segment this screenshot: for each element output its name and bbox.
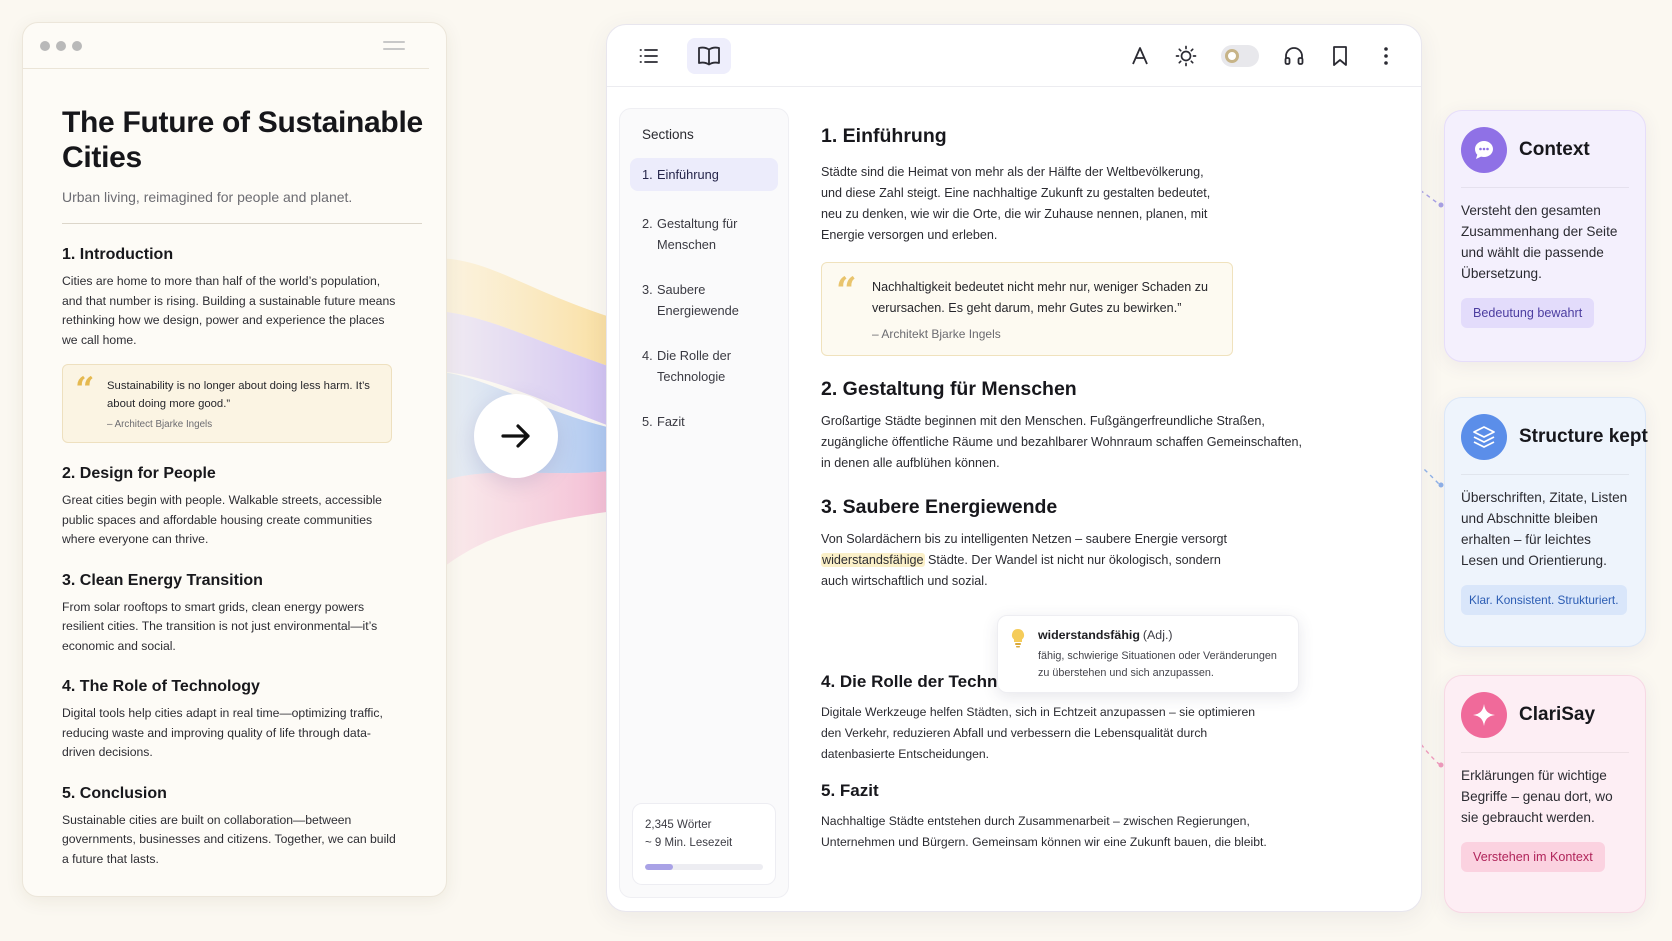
source-paragraph: Digital tools help cities adapt in real …	[62, 706, 383, 759]
list-icon[interactable]	[627, 38, 671, 74]
content-paragraph: Von Solardächern bis zu intelligenten Ne…	[821, 529, 1231, 592]
tooltip-term: widerstandsfähig	[1038, 628, 1140, 642]
content-heading: 5. Fazit	[821, 781, 879, 800]
tooltip-part-of-speech: (Adj.)	[1142, 628, 1173, 642]
source-heading: 1. Introduction	[62, 246, 174, 263]
section-link-energiewende[interactable]: 3. Saubere Energiewende	[630, 273, 778, 327]
word-count: 2,345 Wörter	[645, 819, 712, 831]
quote-text: Nachhaltigkeit bedeutet nicht mehr nur, …	[872, 280, 1209, 315]
section-link-einfuehrung[interactable]: 1. Einführung	[630, 158, 778, 191]
card-text: Erklärungen für wichtige Begriffe – gena…	[1461, 768, 1613, 825]
source-heading: 5. Conclusion	[62, 784, 167, 802]
quote-mark-icon: “	[75, 370, 95, 410]
toggle-knob	[1225, 49, 1239, 63]
sections-title: Sections	[642, 127, 694, 142]
tooltip-definition: fähig, schwierige Situationen oder Verän…	[1038, 650, 1277, 679]
arrow-right-icon	[501, 424, 530, 448]
layers-icon	[1461, 414, 1507, 460]
content-paragraph: Nachhaltige Städte entstehen durch Zusam…	[821, 814, 1267, 849]
window-dot	[72, 40, 82, 51]
content-heading: 3. Saubere Energiewende	[821, 496, 1058, 518]
card-chip: Verstehen im Kontext	[1461, 842, 1605, 872]
source-heading: 3. Clean Energy Transition	[62, 571, 263, 589]
reader-toolbar	[607, 25, 1421, 87]
reading-stats: 2,345 Wörter ~ 9 Min. Lesezeit	[632, 803, 776, 885]
menu-icon[interactable]	[383, 41, 405, 50]
translate-arrow-button[interactable]	[474, 394, 558, 478]
section-label: Gestaltung für Menschen	[657, 216, 738, 252]
content-quote: “ Nachhaltigkeit bedeutet nicht mehr nur…	[821, 262, 1233, 356]
quote-mark-icon: “	[836, 270, 857, 312]
section-label: Die Rolle der Technologie	[657, 348, 731, 384]
section-link-technologie[interactable]: 4. Die Rolle der Technologie	[630, 339, 778, 393]
source-heading: 2. Design for People	[62, 465, 216, 482]
chat-bubble-icon	[1461, 127, 1507, 173]
structure-card: Structure kept Überschriften, Zitate, Li…	[1444, 397, 1648, 647]
content-paragraph: Großartige Städte beginnen mit den Mensc…	[821, 414, 1302, 470]
card-title: Context	[1519, 139, 1590, 160]
reading-progress-fill	[645, 864, 674, 870]
card-chip: Klar. Konsistent. Strukturiert.	[1461, 585, 1627, 615]
quote-author: – Architekt Bjarke Ingels	[872, 327, 1001, 341]
source-quote: “ Sustainability is no longer about doin…	[62, 364, 392, 443]
section-link-gestaltung[interactable]: 2. Gestaltung für Menschen	[630, 207, 778, 261]
quote-author: – Architect Bjarke Ingels	[107, 419, 213, 430]
section-number: 4.	[642, 348, 653, 363]
source-window-bar	[23, 23, 429, 69]
source-paragraph: Cities are home to more than half of the…	[62, 274, 396, 347]
window-dot	[56, 40, 66, 51]
content-heading: 2. Gestaltung für Menschen	[821, 378, 1077, 400]
paragraph-text: Von Solardächern bis zu intelligenten Ne…	[821, 532, 1228, 546]
book-icon[interactable]	[687, 37, 731, 74]
clarisay-card: ClariSay Erklärungen für wichtige Begrif…	[1444, 675, 1646, 913]
quote-text: Sustainability is no longer about doing …	[107, 380, 370, 410]
section-label: Fazit	[657, 414, 685, 429]
window-dot	[40, 40, 50, 51]
highlighted-term[interactable]: widerstandsfähige	[821, 553, 925, 567]
source-page: The Future of Sustainable Cities Urban l…	[22, 22, 447, 897]
card-chip: Bedeutung bewahrt	[1461, 298, 1595, 328]
headphones-icon[interactable]	[1275, 38, 1313, 74]
reading-time: ~ 9 Min. Lesezeit	[645, 837, 733, 849]
theme-toggle[interactable]	[1221, 45, 1259, 67]
section-number: 1.	[642, 167, 653, 182]
window-dots	[40, 40, 82, 51]
source-paragraph: From solar rooftops to smart grids, clea…	[62, 599, 378, 653]
source-heading: 4. The Role of Technology	[62, 678, 260, 695]
card-title: Structure kept	[1519, 426, 1648, 447]
content-paragraph: Städte sind die Heimat von mehr als der …	[821, 165, 1211, 242]
brightness-icon[interactable]	[1167, 38, 1205, 74]
section-label: Saubere Energiewende	[657, 282, 739, 318]
bookmark-icon[interactable]	[1321, 38, 1359, 74]
source-paragraph: Great cities begin with people. Walkable…	[62, 493, 382, 546]
source-subtitle: Urban living, reimagined for people and …	[62, 189, 422, 224]
sections-sidebar: Sections 1. Einführung 2. Gestaltung für…	[619, 108, 789, 898]
lightbulb-icon	[1011, 628, 1025, 648]
content-heading: 1. Einführung	[821, 125, 947, 147]
font-size-icon[interactable]	[1121, 38, 1159, 74]
section-number: 2.	[642, 216, 653, 231]
section-label: Einführung	[657, 167, 719, 182]
card-text: Versteht den gesamten Zusammenhang der S…	[1461, 203, 1618, 281]
section-number: 5.	[642, 414, 653, 429]
card-title: ClariSay	[1519, 704, 1596, 725]
reader-window: Sections 1. Einführung 2. Gestaltung für…	[606, 24, 1422, 912]
content-paragraph: Digitale Werkzeuge helfen Städten, sich …	[821, 705, 1256, 761]
source-paragraph: Sustainable cities are built on collabor…	[62, 812, 396, 866]
card-text: Überschriften, Zitate, Listen und Abschn…	[1461, 490, 1628, 568]
section-number: 3.	[642, 282, 653, 297]
context-card: Context Versteht den gesamten Zusammenha…	[1444, 110, 1646, 362]
definition-tooltip: widerstandsfähig (Adj.) fähig, schwierige…	[997, 615, 1299, 693]
reader-content: 1. Einführung Städte sind die Heimat von…	[821, 125, 1391, 853]
sparkle-icon	[1461, 692, 1507, 738]
reading-progress-bar	[645, 864, 763, 870]
section-link-fazit[interactable]: 5. Fazit	[630, 405, 778, 438]
more-icon[interactable]	[1367, 38, 1405, 74]
source-title: The Future of Sustainable Cities	[62, 106, 423, 174]
